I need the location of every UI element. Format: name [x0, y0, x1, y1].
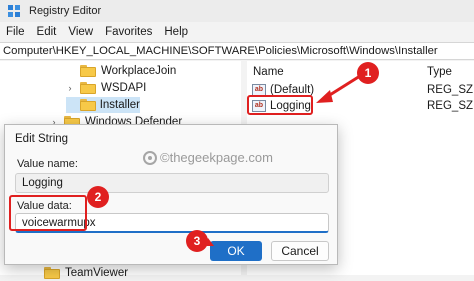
folder-icon [80, 82, 96, 94]
menu-favorites[interactable]: Favorites [105, 26, 152, 38]
tree-item-label: WSDAPI [101, 82, 147, 94]
watermark-logo-icon [143, 150, 157, 165]
tree-item-installer[interactable]: Installer [66, 97, 140, 113]
logging-highlight-box [247, 95, 313, 115]
title-bar: Registry Editor [0, 0, 474, 22]
menu-bar: File Edit View Favorites Help [0, 23, 474, 41]
address-bar[interactable]: Computer\HKEY_LOCAL_MACHINE\SOFTWARE\Pol… [0, 42, 474, 60]
cancel-button[interactable]: Cancel [271, 241, 329, 261]
registry-app-icon [8, 4, 21, 18]
dialog-title: Edit String [15, 133, 69, 145]
tree-item-workplacejoin[interactable]: WorkplaceJoin [66, 63, 176, 79]
folder-icon [44, 267, 60, 279]
tree-item-wsdapi[interactable]: › WSDAPI [66, 80, 146, 96]
tree-item-label: TeamViewer [65, 267, 129, 279]
watermark-text: ©thegeekpage.com [160, 150, 273, 165]
menu-view[interactable]: View [68, 26, 93, 38]
tree-item-label: WorkplaceJoin [101, 65, 177, 77]
value-name-field[interactable]: Logging [15, 173, 329, 193]
watermark: ©thegeekpage.com [143, 150, 273, 165]
ok-button[interactable]: OK [210, 241, 262, 261]
column-header-name[interactable]: Name [253, 66, 284, 78]
chevron-right-icon[interactable]: › [66, 83, 74, 93]
menu-edit[interactable]: Edit [37, 26, 57, 38]
step-1-badge: 1 [357, 62, 379, 84]
value-type: REG_SZ [427, 84, 474, 96]
tree-item-label: Installer [99, 99, 140, 111]
window-title: Registry Editor [29, 5, 102, 17]
value-type: REG_SZ [427, 100, 474, 112]
step-3-badge: 3 [186, 230, 208, 252]
menu-help[interactable]: Help [164, 26, 188, 38]
tree-item-teamviewer[interactable]: TeamViewer [30, 265, 128, 281]
column-header-type[interactable]: Type [427, 66, 452, 78]
value-name-label: Value name: [17, 158, 78, 170]
edit-string-dialog: Edit String Value name: Logging Value da… [4, 124, 338, 265]
value-data-highlight-box [9, 195, 87, 231]
registry-editor-window: Registry Editor File Edit View Favorites… [0, 0, 474, 279]
menu-file[interactable]: File [6, 26, 25, 38]
folder-icon [80, 65, 96, 77]
step-2-badge: 2 [87, 186, 109, 208]
folder-icon [79, 99, 96, 111]
